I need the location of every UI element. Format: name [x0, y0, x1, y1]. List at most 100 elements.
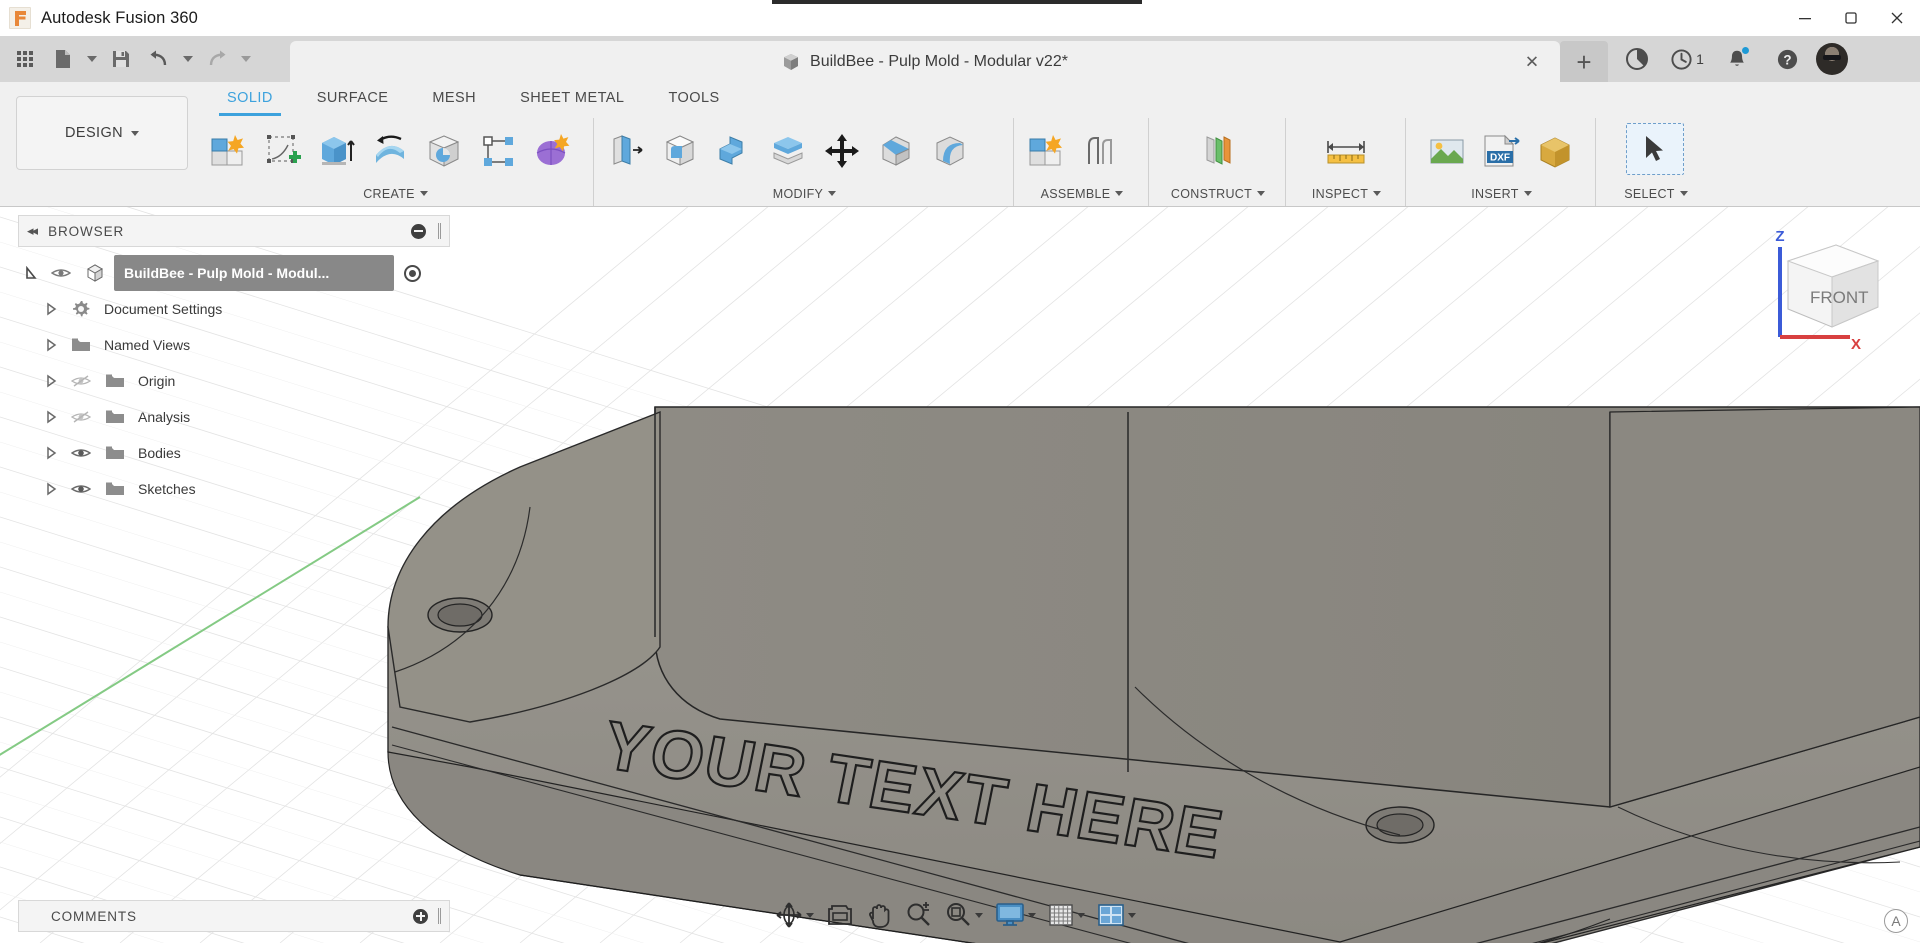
comments-title: COMMENTS — [27, 909, 403, 924]
zoom-button[interactable] — [899, 896, 937, 934]
expand-triangle-icon[interactable] — [18, 266, 44, 280]
pattern-tool[interactable] — [472, 123, 524, 179]
panel-select-label[interactable]: SELECT — [1602, 181, 1708, 206]
browser-root-row[interactable]: BuildBee - Pulp Mold - Modul... — [18, 255, 450, 291]
expand-triangle-icon[interactable] — [38, 374, 64, 388]
view-cube[interactable]: Z X FRONT — [1758, 225, 1898, 365]
save-button[interactable] — [102, 42, 140, 76]
new-file-button[interactable] — [44, 42, 82, 76]
tree-item-origin[interactable]: Origin — [18, 363, 450, 399]
close-icon[interactable]: ✕ — [1522, 53, 1542, 70]
tab-sheet-metal[interactable]: SHEET METAL — [498, 82, 646, 118]
extension-manager-icon[interactable] — [1612, 36, 1662, 82]
undo-dropdown[interactable] — [178, 42, 198, 76]
draft-tool[interactable] — [924, 123, 976, 179]
select-tool[interactable] — [1626, 123, 1684, 175]
help-question-icon[interactable]: ? — [1762, 36, 1812, 82]
browser-root-label[interactable]: BuildBee - Pulp Mold - Modul... — [114, 255, 394, 291]
quick-access-tab-row: BuildBee - Pulp Mold - Modular v22* ✕ + … — [0, 36, 1920, 82]
offset-plane-tool[interactable] — [1191, 123, 1243, 179]
display-settings-button[interactable] — [990, 896, 1041, 934]
notifications-bell-icon[interactable] — [1712, 36, 1762, 82]
workspace-label: DESIGN — [65, 125, 123, 141]
user-avatar[interactable] — [1816, 43, 1848, 75]
tree-item-named-views[interactable]: Named Views — [18, 327, 450, 363]
revolve-tool[interactable] — [364, 123, 416, 179]
visibility-eye-icon[interactable] — [64, 446, 98, 460]
redo-dropdown[interactable] — [236, 42, 256, 76]
chamfer-tool[interactable] — [870, 123, 922, 179]
folder-icon — [98, 373, 132, 389]
radio-active-icon[interactable] — [404, 265, 421, 282]
tab-solid[interactable]: SOLID — [205, 82, 295, 118]
move-copy-tool[interactable] — [816, 123, 868, 179]
visibility-off-eye-icon[interactable] — [64, 410, 98, 424]
tab-mesh[interactable]: MESH — [410, 82, 498, 118]
close-button[interactable] — [1874, 0, 1920, 36]
create-form-tool[interactable] — [526, 123, 578, 179]
document-tab[interactable]: BuildBee - Pulp Mold - Modular v22* ✕ — [290, 41, 1560, 82]
pan-hand-button[interactable] — [861, 896, 897, 934]
tree-item-sketches[interactable]: Sketches — [18, 471, 450, 507]
expand-triangle-icon[interactable] — [38, 482, 64, 496]
undo-button[interactable] — [140, 42, 178, 76]
expand-triangle-icon[interactable] — [38, 446, 64, 460]
maximize-button[interactable] — [1828, 0, 1874, 36]
new-component-tool[interactable] — [202, 123, 254, 179]
tree-item-document-settings[interactable]: Document Settings — [18, 291, 450, 327]
redo-button[interactable] — [198, 42, 236, 76]
panel-inspect: INSPECT — [1286, 118, 1406, 206]
job-status-clock-icon[interactable]: 1 — [1662, 36, 1712, 82]
tab-tools[interactable]: TOOLS — [646, 82, 741, 118]
panel-create-label[interactable]: CREATE — [202, 181, 587, 206]
new-tab-button[interactable]: + — [1560, 41, 1608, 82]
look-at-button[interactable] — [821, 896, 859, 934]
panel-assemble-label[interactable]: ASSEMBLE — [1020, 181, 1142, 206]
panel-resize-grip[interactable] — [438, 223, 441, 239]
insert-canvas-tool[interactable] — [1421, 123, 1473, 179]
extrude-tool[interactable] — [310, 123, 362, 179]
insert-dxf-tool[interactable]: DXF — [1475, 123, 1527, 179]
measure-tool[interactable] — [1320, 123, 1372, 179]
shell-tool[interactable] — [708, 123, 760, 179]
minimize-button[interactable] — [1782, 0, 1828, 36]
viewports-button[interactable] — [1092, 896, 1141, 934]
tree-item-bodies[interactable]: Bodies — [18, 435, 450, 471]
grid-snaps-button[interactable] — [1043, 896, 1090, 934]
orbit-button[interactable] — [770, 896, 819, 934]
tab-surface[interactable]: SURFACE — [295, 82, 411, 118]
insert-mcmaster-tool[interactable] — [1529, 123, 1581, 179]
fillet-tool[interactable] — [654, 123, 706, 179]
new-component-assemble-tool[interactable] — [1020, 123, 1072, 179]
create-sketch-tool[interactable] — [256, 123, 308, 179]
visibility-off-eye-icon[interactable] — [64, 374, 98, 388]
plus-circle-icon[interactable] — [413, 909, 428, 924]
chevron-down-icon[interactable] — [975, 913, 983, 918]
chevron-down-icon[interactable] — [1128, 913, 1136, 918]
panel-modify-label[interactable]: MODIFY — [600, 181, 1007, 206]
sweep-tool[interactable] — [418, 123, 470, 179]
expand-triangle-icon[interactable] — [38, 302, 64, 316]
visibility-eye-icon[interactable] — [44, 266, 78, 280]
chevron-down-icon[interactable] — [1077, 913, 1085, 918]
joint-tool[interactable] — [1074, 123, 1126, 179]
tree-item-label: Analysis — [132, 409, 190, 425]
chevron-down-icon[interactable] — [1028, 913, 1036, 918]
press-pull-tool[interactable] — [600, 123, 652, 179]
chevron-down-icon[interactable] — [806, 913, 814, 918]
double-left-arrow-icon[interactable]: ◂◂ — [27, 223, 36, 239]
expand-triangle-icon[interactable] — [38, 410, 64, 424]
minus-circle-icon[interactable] — [411, 224, 426, 239]
panel-insert-label[interactable]: INSERT — [1412, 181, 1589, 206]
panel-inspect-label[interactable]: INSPECT — [1292, 181, 1399, 206]
app-grid-button[interactable] — [6, 42, 44, 76]
fit-button[interactable] — [939, 896, 988, 934]
split-body-tool[interactable] — [762, 123, 814, 179]
tree-item-analysis[interactable]: Analysis — [18, 399, 450, 435]
panel-construct-label[interactable]: CONSTRUCT — [1155, 181, 1279, 206]
new-file-dropdown[interactable] — [82, 42, 102, 76]
workspace-switcher-button[interactable]: DESIGN — [16, 96, 188, 170]
expand-triangle-icon[interactable] — [38, 338, 64, 352]
comments-resize-grip[interactable] — [438, 908, 441, 924]
visibility-eye-icon[interactable] — [64, 482, 98, 496]
